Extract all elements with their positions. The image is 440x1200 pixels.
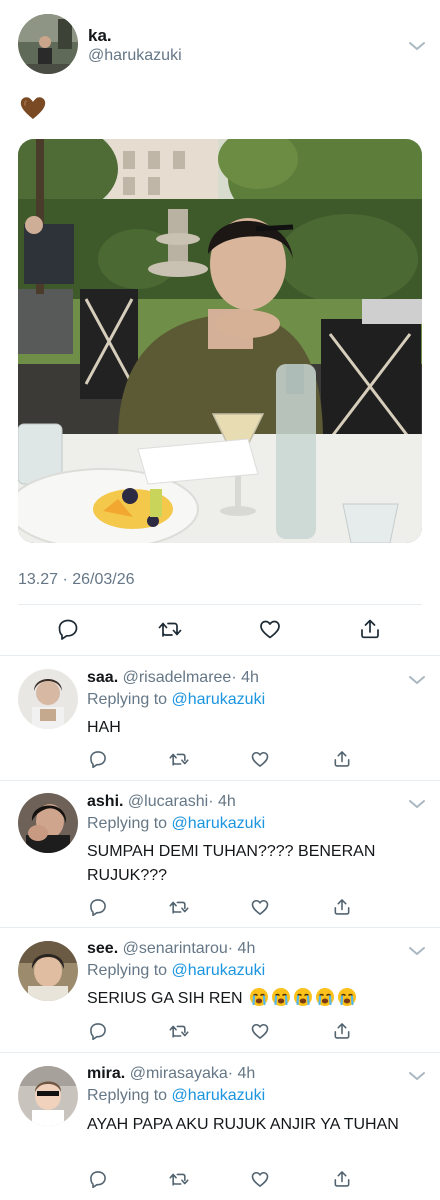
- retweet-icon[interactable]: [166, 1018, 192, 1044]
- reply-text: SERIUS GA SIH REN: [87, 987, 407, 1011]
- retweet-icon[interactable]: [166, 1166, 192, 1192]
- author-name[interactable]: ka.: [88, 26, 112, 46]
- loudly-crying-face-icon: [249, 987, 269, 1007]
- reply-author-name[interactable]: saa.: [87, 669, 118, 686]
- reply-author-name[interactable]: see.: [87, 940, 118, 957]
- reply-tweet[interactable]: ashi. @lucarashi· 4h Replying to @haruka…: [0, 781, 440, 927]
- divider: [18, 604, 422, 605]
- reply-text-content: SERIUS GA SIH REN: [87, 990, 243, 1007]
- reply-tweet[interactable]: see. @senarintarou· 4h Replying to @haru…: [0, 928, 440, 1052]
- reply-age: · 4h: [208, 793, 236, 810]
- like-icon[interactable]: [247, 1166, 273, 1192]
- reply-author-name[interactable]: ashi.: [87, 793, 123, 810]
- retweet-icon[interactable]: [166, 894, 192, 920]
- chevron-down-icon[interactable]: [408, 1070, 426, 1082]
- replying-to: Replying to @harukazuki: [87, 1087, 265, 1105]
- reply-tweet[interactable]: saa. @risadelmaree· 4h Replying to @haru…: [0, 656, 440, 780]
- chevron-down-icon[interactable]: [408, 40, 426, 52]
- chevron-down-icon[interactable]: [408, 674, 426, 686]
- replying-mention-link[interactable]: @harukazuki: [172, 691, 266, 708]
- author-avatar[interactable]: [18, 14, 78, 74]
- replying-mention-link[interactable]: @harukazuki: [172, 1087, 266, 1104]
- reply-author-handle[interactable]: @mirasayaka: [130, 1065, 228, 1082]
- loudly-crying-face-icon: [315, 987, 335, 1007]
- reply-icon[interactable]: [85, 894, 111, 920]
- replying-label: Replying to: [87, 691, 168, 708]
- reply-author-handle[interactable]: @lucarashi: [128, 793, 208, 810]
- brown-heart-emoji: [19, 94, 47, 122]
- share-icon[interactable]: [329, 1166, 355, 1192]
- reply-icon[interactable]: [85, 1018, 111, 1044]
- share-icon[interactable]: [357, 616, 383, 642]
- loudly-crying-face-icon: [293, 987, 313, 1007]
- replying-mention-link[interactable]: @harukazuki: [172, 815, 266, 832]
- chevron-down-icon[interactable]: [408, 945, 426, 957]
- replying-label: Replying to: [87, 1087, 168, 1104]
- retweet-icon[interactable]: [157, 616, 183, 642]
- reply-tweet[interactable]: mira. @mirasayaka· 4h Replying to @haruk…: [0, 1053, 440, 1200]
- reply-author-handle[interactable]: @senarintarou: [123, 940, 228, 957]
- loudly-crying-face-icon: [271, 987, 291, 1007]
- tweet-timestamp[interactable]: 13.27 · 26/03/26: [18, 571, 135, 589]
- like-icon[interactable]: [247, 746, 273, 772]
- author-handle[interactable]: @harukazuki: [88, 47, 182, 65]
- reply-text: SUMPAH DEMI TUHAN???? BENERAN RUJUK???: [87, 843, 376, 884]
- reply-text: AYAH PAPA AKU RUJUK ANJIR YA TUHAN: [87, 1116, 399, 1133]
- reply-avatar[interactable]: [18, 941, 78, 1001]
- like-icon[interactable]: [247, 1018, 273, 1044]
- reply-text: HAH: [87, 719, 121, 736]
- crying-emoji-group: [247, 987, 357, 1007]
- reply-icon[interactable]: [55, 616, 81, 642]
- reply-age: · 4h: [227, 940, 256, 957]
- chevron-down-icon[interactable]: [408, 798, 426, 810]
- like-icon[interactable]: [247, 894, 273, 920]
- reply-icon[interactable]: [85, 746, 111, 772]
- replying-label: Replying to: [87, 815, 168, 832]
- share-icon[interactable]: [329, 1018, 355, 1044]
- replying-to: Replying to @harukazuki: [87, 962, 265, 980]
- replying-mention-link[interactable]: @harukazuki: [172, 962, 266, 979]
- like-icon[interactable]: [257, 616, 283, 642]
- tweet-photo[interactable]: [18, 139, 422, 543]
- reply-age: · 4h: [227, 1065, 256, 1082]
- reply-author-handle[interactable]: @risadelmaree: [123, 669, 232, 686]
- retweet-icon[interactable]: [166, 746, 192, 772]
- reply-author-name[interactable]: mira.: [87, 1065, 125, 1082]
- reply-icon[interactable]: [85, 1166, 111, 1192]
- loudly-crying-face-icon: [337, 987, 357, 1007]
- share-icon[interactable]: [329, 894, 355, 920]
- replying-to: Replying to @harukazuki: [87, 691, 265, 709]
- share-icon[interactable]: [329, 746, 355, 772]
- reply-avatar[interactable]: [18, 669, 78, 729]
- reply-avatar[interactable]: [18, 793, 78, 853]
- replying-to: Replying to @harukazuki: [87, 815, 265, 833]
- reply-avatar[interactable]: [18, 1066, 78, 1126]
- reply-age: · 4h: [231, 669, 259, 686]
- replying-label: Replying to: [87, 962, 168, 979]
